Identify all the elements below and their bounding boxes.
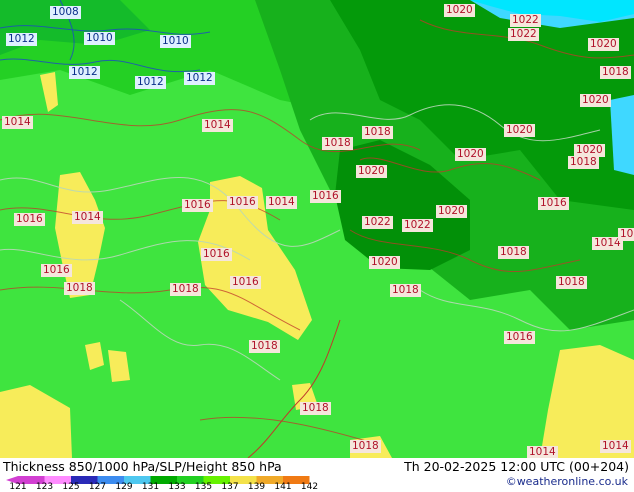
- isobar-label: 1016: [41, 264, 72, 277]
- isobar-label: 1016: [14, 213, 45, 226]
- isobar-label: 1014: [527, 446, 558, 458]
- isobar-label: 1018: [170, 283, 201, 296]
- legend-tick: 123: [35, 482, 54, 492]
- legend-tick: 139: [247, 482, 266, 492]
- isobar-label: 1010: [84, 32, 115, 45]
- valid-time: Th 20-02-2025 12:00 UTC (00+204): [404, 459, 629, 474]
- isobar-label: 1014: [600, 440, 631, 453]
- isobar-label: 1014: [266, 196, 297, 209]
- isobar-label: 1020: [618, 228, 634, 241]
- legend-tick: 135: [194, 482, 213, 492]
- isobar-label: 1020: [444, 4, 475, 17]
- isobar-label: 1020: [455, 148, 486, 161]
- map-canvas: 1008 1012 1010 1010 1012 1012 1012 1014 1014 1016…: [0, 0, 634, 458]
- isobar-label: 1018: [300, 402, 331, 415]
- isobar-label: 1022: [510, 14, 541, 27]
- isobar-label: 1018: [390, 284, 421, 297]
- isobar-label: 1008: [50, 6, 81, 19]
- legend-tick: 129: [115, 482, 133, 492]
- legend-tick: 133: [168, 482, 186, 492]
- isobar-label: 1020: [436, 205, 467, 218]
- isobar-label: 1022: [402, 219, 433, 232]
- color-legend: 121 123 125 127 129 131 133 135 137 139 141 142: [0, 471, 320, 492]
- isobar-label: 1020: [369, 256, 400, 269]
- isobar-label: 1018: [600, 66, 631, 79]
- weather-map-view: 1008 1012 1010 1010 1012 1012 1012 1014 1014 1016…: [0, 0, 634, 492]
- isobar-label: 1012: [135, 76, 166, 89]
- isobar-label: 1018: [568, 156, 599, 169]
- legend-tick: 142: [300, 482, 319, 492]
- isobar-label: 1016: [538, 197, 569, 210]
- isobar-label: 1016: [227, 196, 258, 209]
- isobar-label: 1018: [249, 340, 280, 353]
- credit-link[interactable]: ©weatheronline.co.uk: [506, 475, 628, 488]
- isobar-label: 1022: [362, 216, 393, 229]
- isobar-label: 1020: [588, 38, 619, 51]
- isobar-label: 1016: [182, 199, 213, 212]
- isobar-label: 1016: [504, 331, 535, 344]
- isobar-label: 1016: [230, 276, 261, 289]
- isobar-label: 1014: [2, 116, 33, 129]
- isobar-label: 1014: [202, 119, 233, 132]
- legend-tick: 121: [9, 482, 27, 492]
- legend-tick: 137: [221, 482, 239, 492]
- isobar-label: 1010: [160, 35, 191, 48]
- isobar-label: 1018: [556, 276, 587, 289]
- isobar-label: 1016: [201, 248, 232, 261]
- isobar-label: 1012: [184, 72, 215, 85]
- map-footer: Thickness 850/1000 hPa/SLP/Height 850 hP…: [0, 458, 634, 492]
- isobar-label: 1018: [362, 126, 393, 139]
- isobar-label: 1020: [580, 94, 611, 107]
- isobar-label: 1018: [64, 282, 95, 295]
- isobar-label: 1014: [72, 211, 103, 224]
- legend-tick: 127: [88, 482, 107, 492]
- legend-tick: 141: [274, 482, 292, 492]
- isobar-label: 1020: [356, 165, 387, 178]
- isobar-label: 1022: [508, 28, 539, 41]
- isobar-label: 1012: [69, 66, 100, 79]
- isobar-label: 1018: [322, 137, 353, 150]
- isobar-label: 1020: [504, 124, 535, 137]
- isobar-label: 1018: [350, 440, 381, 453]
- isobar-label: 1018: [498, 246, 529, 259]
- legend-tick: 125: [62, 482, 80, 492]
- isobar-label: 1012: [6, 33, 37, 46]
- legend-tick: 131: [141, 482, 160, 492]
- isobar-label: 1016: [310, 190, 341, 203]
